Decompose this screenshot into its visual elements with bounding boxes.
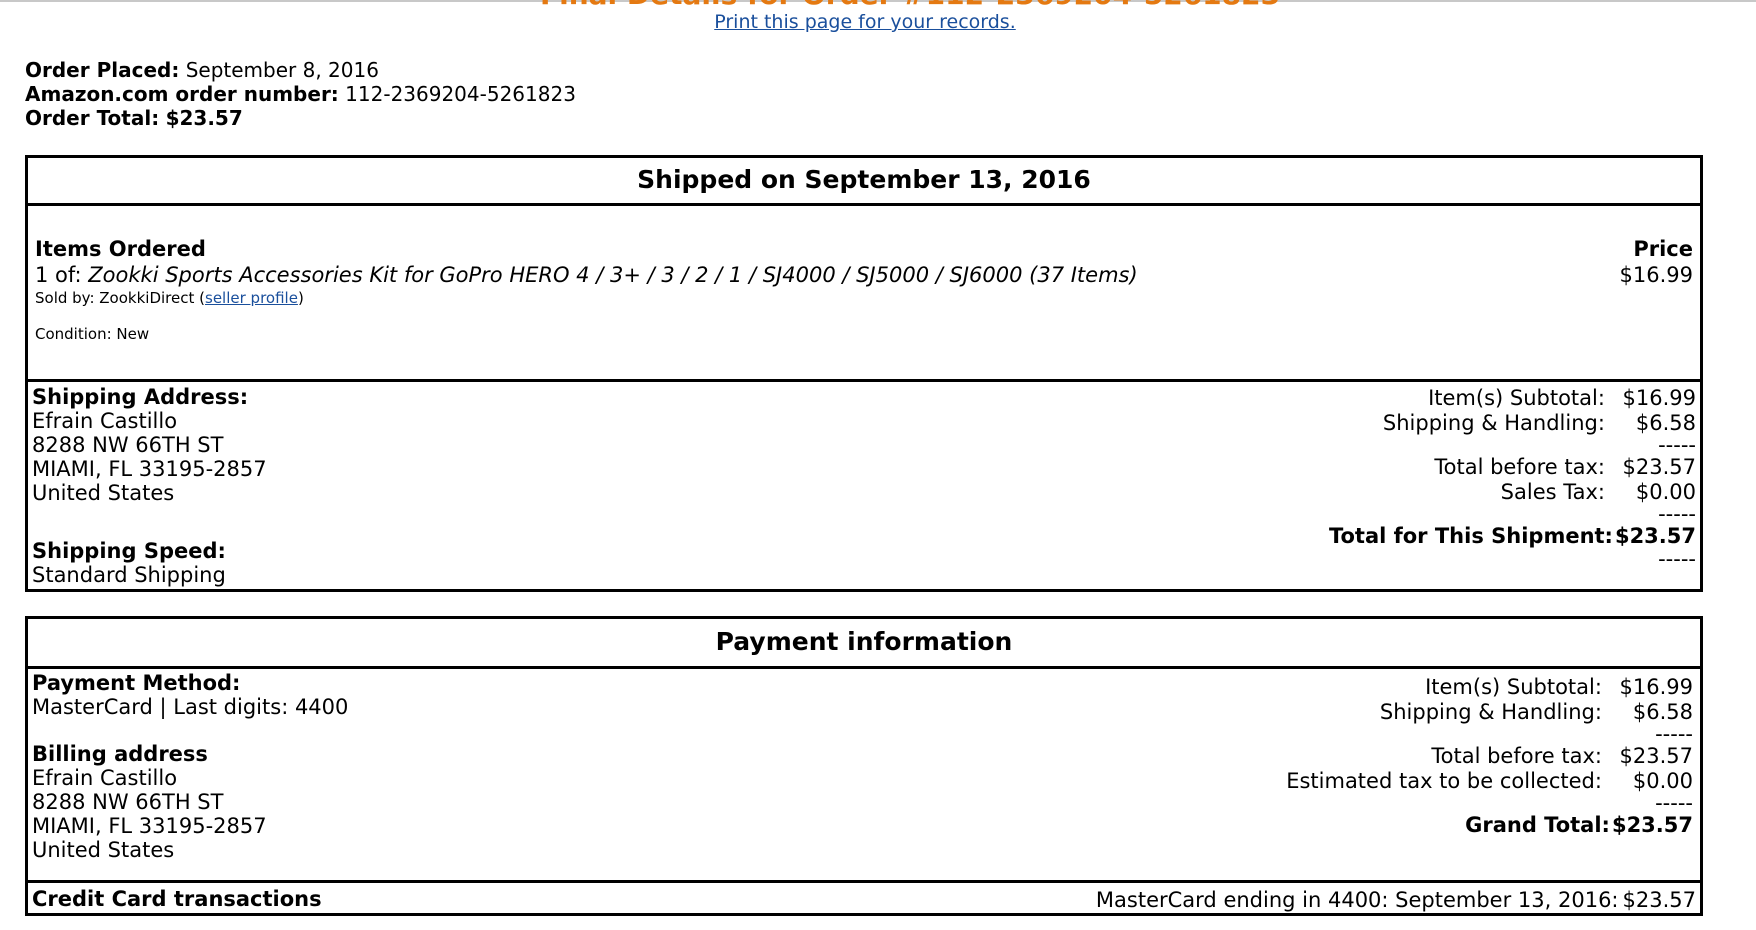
item-price-column: Price $16.99 xyxy=(1620,236,1693,288)
separator-row: ----- xyxy=(1655,722,1693,746)
price-heading: Price xyxy=(1633,237,1693,261)
shipping-details-section: Shipping Address: Efrain Castillo 8288 N… xyxy=(28,379,1700,589)
shipment-header: Shipped on September 13, 2016 xyxy=(28,158,1700,206)
address-line: 8288 NW 66TH ST xyxy=(32,433,224,457)
separator-row: ----- xyxy=(1655,791,1693,815)
shipping-address: Shipping Address: Efrain Castillo 8288 N… xyxy=(32,385,267,505)
page-title: Final Details for Order #112-2369204-526… xyxy=(540,0,1280,11)
separator-row: ----- xyxy=(1658,502,1696,526)
address-line: MIAMI, FL 33195-2857 xyxy=(32,814,267,838)
address-line: Efrain Castillo xyxy=(32,766,178,790)
address-line: MIAMI, FL 33195-2857 xyxy=(32,457,267,481)
shipment-total-row: Total for This Shipment: $23.57 xyxy=(1328,524,1696,548)
item-price: $16.99 xyxy=(1619,263,1693,287)
items-ordered-section: Items Ordered 1 of: Zookki Sports Access… xyxy=(28,206,1700,379)
items-ordered-heading: Items Ordered xyxy=(35,237,206,261)
separator-row: ----- xyxy=(1658,433,1696,457)
grand-total-row: Grand Total: $23.57 xyxy=(1465,813,1693,837)
address-line: Efrain Castillo xyxy=(32,409,178,433)
order-total: Order Total: $23.57 xyxy=(25,106,243,130)
payment-totals: Item(s) Subtotal: $16.99 Shipping & Handl… xyxy=(1286,675,1693,838)
before-tax-row: Total before tax: $23.57 xyxy=(1431,744,1693,768)
tax-row: Estimated tax to be collected: $0.00 xyxy=(1286,768,1693,793)
cc-transactions-label: Credit Card transactions xyxy=(32,887,322,911)
sold-by: Sold by: ZookkiDirect (seller profile) xyxy=(35,289,304,307)
shipping-row: Shipping & Handling: $6.58 xyxy=(1379,699,1693,724)
order-placed: Order Placed: September 8, 2016 xyxy=(25,58,379,82)
credit-card-transactions-row: Credit Card transactions MasterCard endi… xyxy=(28,880,1700,913)
shipping-row: Shipping & Handling: $6.58 xyxy=(1382,410,1696,435)
payment-box: Payment information Payment Method: Mast… xyxy=(25,616,1703,916)
payment-method-label: Payment Method: xyxy=(32,671,241,695)
print-link[interactable]: Print this page for your records. xyxy=(0,11,1730,33)
item-condition: Condition: New xyxy=(35,325,150,343)
shipment-totals: Item(s) Subtotal: $16.99 Shipping & Handl… xyxy=(1329,386,1696,569)
payment-details-section: Payment Method: MasterCard | Last digits… xyxy=(28,669,1700,880)
shipping-address-label: Shipping Address: xyxy=(32,385,249,409)
cc-transaction-value: MasterCard ending in 4400: September 13,… xyxy=(1095,888,1696,912)
tax-row: Sales Tax: $0.00 xyxy=(1500,479,1696,504)
payment-method-value: MasterCard | Last digits: 4400 xyxy=(32,695,349,719)
item-title: Zookki Sports Accessories Kit for GoPro … xyxy=(88,263,1138,287)
order-number: Amazon.com order number: 112-2369204-526… xyxy=(25,82,576,106)
item-line: 1 of: Zookki Sports Accessories Kit for … xyxy=(35,263,1138,287)
address-line: United States xyxy=(32,838,175,862)
address-line: 8288 NW 66TH ST xyxy=(32,790,224,814)
seller-profile-link[interactable]: seller profile xyxy=(205,289,298,307)
shipping-speed-value: Standard Shipping xyxy=(32,563,226,587)
address-line: United States xyxy=(32,481,175,505)
shipping-speed: Shipping Speed: Standard Shipping xyxy=(32,539,226,587)
order-summary: Order Placed: September 8, 2016 Amazon.c… xyxy=(25,58,576,130)
billing-address-label: Billing address xyxy=(32,742,208,766)
shipment-box: Shipped on September 13, 2016 Items Orde… xyxy=(25,155,1703,592)
subtotal-row: Item(s) Subtotal: $16.99 xyxy=(1428,386,1696,410)
separator-row: ----- xyxy=(1658,546,1696,571)
billing-address: Billing address Efrain Castillo 8288 NW … xyxy=(32,742,267,862)
subtotal-row: Item(s) Subtotal: $16.99 xyxy=(1425,675,1693,699)
item-details: Items Ordered 1 of: Zookki Sports Access… xyxy=(35,236,1138,344)
payment-header: Payment information xyxy=(28,619,1700,669)
shipping-speed-label: Shipping Speed: xyxy=(32,539,226,563)
payment-method: Payment Method: MasterCard | Last digits… xyxy=(32,671,348,719)
before-tax-row: Total before tax: $23.57 xyxy=(1434,455,1696,479)
